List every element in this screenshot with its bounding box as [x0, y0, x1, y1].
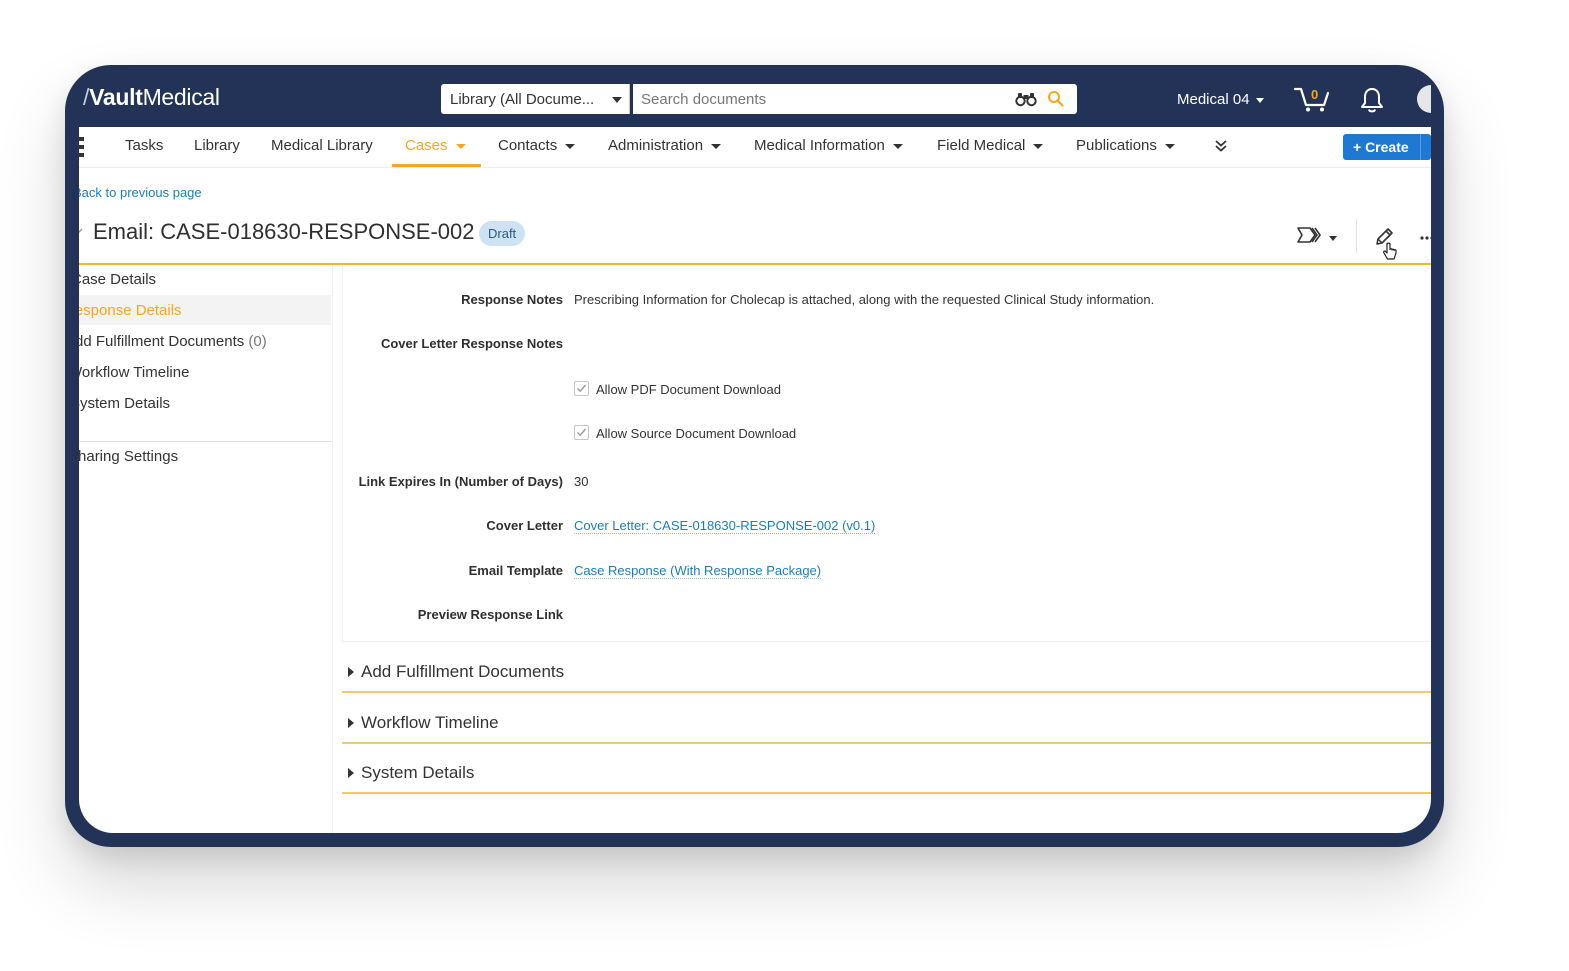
- nav-label: Medical Library: [271, 137, 373, 154]
- workflow-actions-icon[interactable]: [1296, 226, 1324, 244]
- active-tab-indicator: [392, 164, 481, 167]
- app-menu-grip-icon[interactable]: [79, 137, 84, 157]
- section-title: Add Fulfillment Documents: [361, 662, 565, 681]
- nav-label: Contacts: [498, 137, 558, 154]
- section-title: System Details: [361, 763, 475, 782]
- search-scope-label: Library (All Docume...: [450, 91, 595, 108]
- chevron-down-icon: [612, 97, 622, 103]
- chevron-down-icon[interactable]: [1329, 236, 1337, 241]
- chevron-down-icon: [711, 143, 722, 149]
- cover-letter-response-notes-label: Cover Letter Response Notes: [380, 336, 563, 351]
- chevron-down-icon: [565, 143, 576, 149]
- sidebar-divider: [79, 441, 332, 442]
- binoculars-icon[interactable]: [1015, 91, 1037, 107]
- sidebar-item-sharing-settings[interactable]: Sharing Settings: [79, 448, 178, 465]
- nav-contacts[interactable]: Contacts: [498, 137, 576, 154]
- section-workflow-timeline[interactable]: Workflow Timeline: [342, 706, 1431, 744]
- sidebar-item-system-details[interactable]: System Details: [79, 395, 170, 412]
- allow-source-download-checkbox[interactable]: [574, 425, 589, 440]
- status-badge: Draft: [479, 221, 526, 246]
- sidebar-item-case-details[interactable]: Case Details: [79, 271, 156, 288]
- sidebar-item-workflow-timeline[interactable]: Workflow Timeline: [79, 364, 189, 381]
- hand-cursor-icon: [1383, 242, 1397, 260]
- nav-label: Field Medical: [937, 137, 1026, 154]
- nav-label: Cases: [405, 137, 448, 154]
- chevron-down-icon[interactable]: [79, 227, 83, 235]
- create-button-divider: [1420, 134, 1421, 160]
- nav-label: Publications: [1076, 137, 1157, 154]
- section-title: Workflow Timeline: [361, 713, 499, 732]
- logo-bold-text: Vault: [89, 84, 143, 110]
- vault-switcher-label: Medical 04: [1177, 91, 1250, 108]
- email-template-link[interactable]: Case Response (With Response Package): [574, 563, 822, 579]
- nav-publications[interactable]: Publications: [1076, 137, 1175, 154]
- cover-letter-link[interactable]: Cover Letter: CASE-018630-RESPONSE-002 (…: [574, 518, 876, 534]
- chevron-down-icon: [1255, 97, 1264, 103]
- link-expires-label: Link Expires In (Number of Days): [358, 474, 563, 489]
- cover-letter-label: Cover Letter: [486, 518, 563, 533]
- nav-medical-information[interactable]: Medical Information: [754, 137, 903, 154]
- main-nav: Tasks Library Medical Library Cases Cont…: [79, 127, 1431, 168]
- response-details-panel: [342, 265, 1431, 642]
- more-actions-icon[interactable]: [1420, 236, 1431, 240]
- vault-switcher-menu[interactable]: Medical 04: [1177, 91, 1264, 108]
- cart-count-badge: 0: [1311, 87, 1319, 102]
- user-avatar[interactable]: [1417, 85, 1431, 113]
- sidebar-item-count: (0): [248, 333, 267, 350]
- response-notes-value: Prescribing Information for Cholecap is …: [574, 292, 1155, 307]
- nav-field-medical[interactable]: Field Medical: [937, 137, 1044, 154]
- nav-label: Administration: [608, 137, 704, 154]
- nav-library[interactable]: Library: [194, 137, 240, 154]
- section-sidebar: Case Details Response Details Add Fulfil…: [79, 265, 333, 833]
- search-box: [633, 84, 1077, 114]
- back-to-previous-page-link[interactable]: Back to previous page: [79, 185, 202, 200]
- logo-light-text: Medical: [142, 84, 220, 110]
- email-template-label: Email Template: [468, 563, 563, 578]
- link-expires-value: 30: [574, 474, 589, 489]
- chevron-down-icon: [1164, 143, 1175, 149]
- caret-right-icon: [348, 768, 354, 778]
- caret-right-icon: [348, 718, 354, 728]
- sidebar-item-add-fulfillment-documents[interactable]: Add Fulfillment Documents (0): [79, 333, 267, 350]
- header-divider: [1356, 219, 1357, 253]
- nav-administration[interactable]: Administration: [608, 137, 722, 154]
- check-icon: [577, 384, 587, 393]
- nav-label: Tasks: [125, 137, 164, 154]
- nav-label: Medical Information: [754, 137, 885, 154]
- nav-medical-library[interactable]: Medical Library: [271, 137, 373, 154]
- section-system-details[interactable]: System Details: [342, 756, 1431, 794]
- vault-medical-logo[interactable]: /VaultMedical: [83, 84, 220, 111]
- nav-label: Library: [194, 137, 240, 154]
- top-bar: /VaultMedical Library (All Docume... Med…: [79, 79, 1431, 127]
- double-chevron-down-icon[interactable]: [1214, 139, 1228, 153]
- nav-cases[interactable]: Cases: [405, 137, 466, 154]
- allow-source-download-label: Allow Source Document Download: [596, 426, 797, 441]
- chevron-down-icon: [1033, 143, 1044, 149]
- chevron-down-icon: [455, 143, 466, 149]
- allow-pdf-download-label: Allow PDF Document Download: [596, 382, 781, 397]
- section-add-fulfillment-documents[interactable]: Add Fulfillment Documents: [342, 655, 1431, 693]
- search-scope-dropdown[interactable]: Library (All Docume...: [441, 84, 630, 114]
- preview-response-link-label: Preview Response Link: [417, 607, 563, 622]
- create-button-label: + Create: [1353, 139, 1409, 155]
- sidebar-item-label: Add Fulfillment Documents: [79, 333, 245, 350]
- create-button[interactable]: + Create: [1343, 134, 1431, 160]
- allow-pdf-download-checkbox[interactable]: [574, 381, 589, 396]
- response-notes-label: Response Notes: [461, 292, 563, 307]
- chevron-down-icon: [892, 143, 903, 149]
- page-title: Email: CASE-018630-RESPONSE-002: [93, 219, 475, 244]
- app-window: /VaultMedical Library (All Docume... Med…: [79, 79, 1431, 833]
- check-icon: [577, 428, 587, 437]
- search-icon[interactable]: [1047, 90, 1065, 108]
- caret-right-icon: [348, 667, 354, 677]
- search-input[interactable]: [633, 84, 1011, 114]
- nav-tasks[interactable]: Tasks: [125, 137, 163, 154]
- sidebar-item-response-details[interactable]: Response Details: [79, 302, 182, 319]
- notifications-bell-icon[interactable]: [1359, 86, 1385, 114]
